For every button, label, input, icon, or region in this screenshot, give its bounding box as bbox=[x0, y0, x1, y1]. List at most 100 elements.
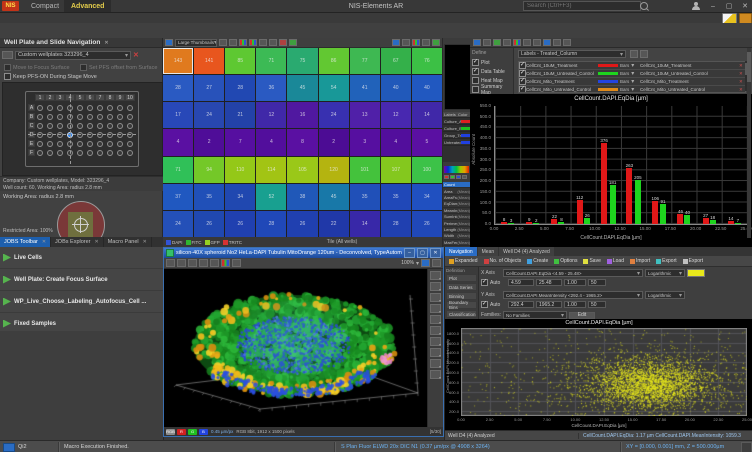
delete-preset-icon[interactable]: ✕ bbox=[133, 51, 139, 59]
x-scale-dropdown[interactable]: Logarithmic bbox=[645, 269, 685, 277]
heatmap-tile-5-6[interactable]: 35 bbox=[350, 184, 380, 210]
label-row-culture-b[interactable]: Culture_B bbox=[443, 125, 471, 132]
heatmap-tile-3-8[interactable]: 5 bbox=[412, 129, 442, 155]
heatmap-tile-3-0[interactable]: 4 bbox=[163, 129, 193, 155]
heatmap-tile-0-4[interactable]: 75 bbox=[287, 48, 317, 74]
source-column-dropdown[interactable]: Labels - Treated_Column bbox=[518, 50, 626, 58]
wellplate-icon[interactable] bbox=[2, 51, 13, 59]
heatmap-tile-6-2[interactable]: 26 bbox=[225, 211, 255, 237]
well-B8[interactable] bbox=[107, 114, 113, 120]
channel-toggle-b[interactable]: B bbox=[199, 429, 208, 435]
heatmap-tile-0-3[interactable]: 71 bbox=[256, 48, 286, 74]
heatmap-tile-2-7[interactable]: 12 bbox=[381, 102, 411, 128]
well-F9[interactable] bbox=[117, 150, 123, 156]
heatmap-tile-6-5[interactable]: 22 bbox=[319, 211, 349, 237]
scatter-section-plot[interactable]: Plot bbox=[446, 274, 477, 282]
user-icon[interactable] bbox=[692, 2, 700, 10]
checkbox-icon[interactable] bbox=[481, 301, 488, 308]
objective-status[interactable]: S Plan Fluor ELWD 20x DIC N1 (0.37 µm/px… bbox=[341, 441, 490, 452]
x-axis-dropdown[interactable]: CellCount.DAPI.EqDia <4.59 - 25.48> bbox=[503, 269, 643, 277]
heatmap-tile-2-4[interactable]: 16 bbox=[287, 102, 317, 128]
wellplate-preset-dropdown[interactable]: Custom wellplates 323296_4 bbox=[15, 51, 131, 60]
tab-advanced[interactable]: Advanced bbox=[64, 0, 111, 12]
heatmap-tile-2-0[interactable]: 17 bbox=[163, 102, 193, 128]
label-row-group-treatment[interactable]: Group_Treatment bbox=[443, 132, 471, 139]
heatmap-tile-6-4[interactable]: 26 bbox=[287, 211, 317, 237]
heatmap-tile-1-3[interactable]: 36 bbox=[256, 75, 286, 101]
rect-tool-icon[interactable] bbox=[430, 293, 441, 302]
table-icon[interactable] bbox=[422, 39, 430, 46]
well-A5[interactable] bbox=[77, 105, 83, 111]
x-bins-field[interactable]: 50 bbox=[588, 279, 606, 286]
heatmap-tile-6-6[interactable]: 14 bbox=[350, 211, 380, 237]
heatmap-tile-1-4[interactable]: 45 bbox=[287, 75, 317, 101]
well-F8[interactable] bbox=[107, 150, 113, 156]
heatmap-tile-1-0[interactable]: 28 bbox=[163, 75, 193, 101]
heatmap-tile-2-3[interactable]: 12 bbox=[256, 102, 286, 128]
zoom-in-icon[interactable] bbox=[553, 39, 561, 46]
well-F2[interactable] bbox=[47, 150, 53, 156]
heatmap-tile-6-1[interactable]: 26 bbox=[194, 211, 224, 237]
export-graph-icon[interactable] bbox=[543, 39, 551, 46]
heatmap-tile-0-5[interactable]: 86 bbox=[319, 48, 349, 74]
search-input[interactable] bbox=[523, 1, 641, 11]
heatmap-tile-4-8[interactable]: 100 bbox=[412, 157, 442, 183]
scatter-tab-mean[interactable]: Mean bbox=[478, 247, 499, 256]
checkbox-icon[interactable] bbox=[481, 279, 488, 286]
remove-series-button[interactable] bbox=[640, 50, 648, 58]
filter-icon[interactable] bbox=[269, 39, 277, 46]
well-A1[interactable] bbox=[37, 105, 43, 111]
heatmap-tile-1-6[interactable]: 41 bbox=[350, 75, 380, 101]
channel-color-icon[interactable] bbox=[221, 259, 230, 267]
well-C5[interactable] bbox=[77, 123, 83, 129]
heatmap-tile-3-2[interactable]: 7 bbox=[225, 129, 255, 155]
move-to-focus-checkbox[interactable]: Move to Focus Surface bbox=[4, 64, 70, 71]
keep-pfs-checkbox[interactable]: Keep PFS-ON During Stage Move bbox=[4, 73, 97, 80]
well-E10[interactable] bbox=[127, 141, 133, 147]
heatmap-tile-0-0[interactable]: 143 bbox=[163, 48, 193, 74]
tiles-overlay-icon[interactable] bbox=[249, 39, 257, 46]
well-E9[interactable] bbox=[117, 141, 123, 147]
heatmap-tile-3-7[interactable]: 4 bbox=[381, 129, 411, 155]
set-pfs-offset-checkbox[interactable]: Set PFS offset from Surface bbox=[80, 64, 157, 71]
label-row-untreated-control[interactable]: Untreated_Control bbox=[443, 139, 471, 146]
heatmap-tile-4-6[interactable]: 101 bbox=[350, 157, 380, 183]
well-B9[interactable] bbox=[117, 114, 123, 120]
heatmap-tile-3-3[interactable]: 4 bbox=[256, 129, 286, 155]
graph-view-data-table[interactable]: Data Table bbox=[472, 67, 511, 76]
well-E1[interactable] bbox=[37, 141, 43, 147]
toolbar-button-options-3[interactable]: Options bbox=[552, 258, 579, 264]
heatmap-tile-2-8[interactable]: 14 bbox=[412, 102, 442, 128]
toolbar-button-save-4[interactable]: Save bbox=[581, 258, 602, 264]
well-C9[interactable] bbox=[117, 123, 123, 129]
pan-icon[interactable] bbox=[177, 259, 186, 267]
toolbar-button-no-of-objects-1[interactable]: No. of Objects bbox=[482, 258, 524, 264]
close-icon[interactable] bbox=[100, 39, 108, 46]
y-max-field[interactable]: 1965.2 bbox=[536, 301, 562, 308]
heatmap-tile-5-1[interactable]: 35 bbox=[194, 184, 224, 210]
navigate-icon[interactable] bbox=[473, 39, 481, 46]
heatmap-view-icon[interactable] bbox=[412, 39, 420, 46]
tiles-color-icon[interactable] bbox=[239, 39, 247, 46]
run-analysis-icon[interactable] bbox=[493, 39, 501, 46]
heatmap-tile-5-3[interactable]: 52 bbox=[256, 184, 286, 210]
label-row-culture-a[interactable]: Culture_A bbox=[443, 118, 471, 125]
heatmap-tile-4-4[interactable]: 105 bbox=[287, 157, 317, 183]
copy-icon[interactable] bbox=[503, 39, 511, 46]
close-icon[interactable] bbox=[38, 239, 46, 245]
heatmap-tile-6-7[interactable]: 28 bbox=[381, 211, 411, 237]
channel-toggle-rgb[interactable]: RGB bbox=[166, 429, 175, 435]
heatmap-tile-1-7[interactable]: 40 bbox=[381, 75, 411, 101]
y-bins-field[interactable]: 50 bbox=[588, 301, 606, 308]
scatter-section-classification[interactable]: Classification bbox=[446, 310, 477, 318]
well-A10[interactable] bbox=[127, 105, 133, 111]
toolbar-button-expanded-0[interactable]: Expanded bbox=[447, 258, 480, 264]
heatmap-tile-5-8[interactable]: 34 bbox=[412, 184, 442, 210]
scatter-tab-well-d4-4-analyzed[interactable]: Well D4 (4) Analyzed bbox=[499, 247, 554, 256]
well-C3[interactable] bbox=[57, 123, 63, 129]
well-E6[interactable] bbox=[87, 141, 93, 147]
settings-icon[interactable] bbox=[523, 39, 531, 46]
well-A7[interactable] bbox=[97, 105, 103, 111]
well-F7[interactable] bbox=[97, 150, 103, 156]
lut-settings-icon[interactable] bbox=[462, 175, 467, 179]
